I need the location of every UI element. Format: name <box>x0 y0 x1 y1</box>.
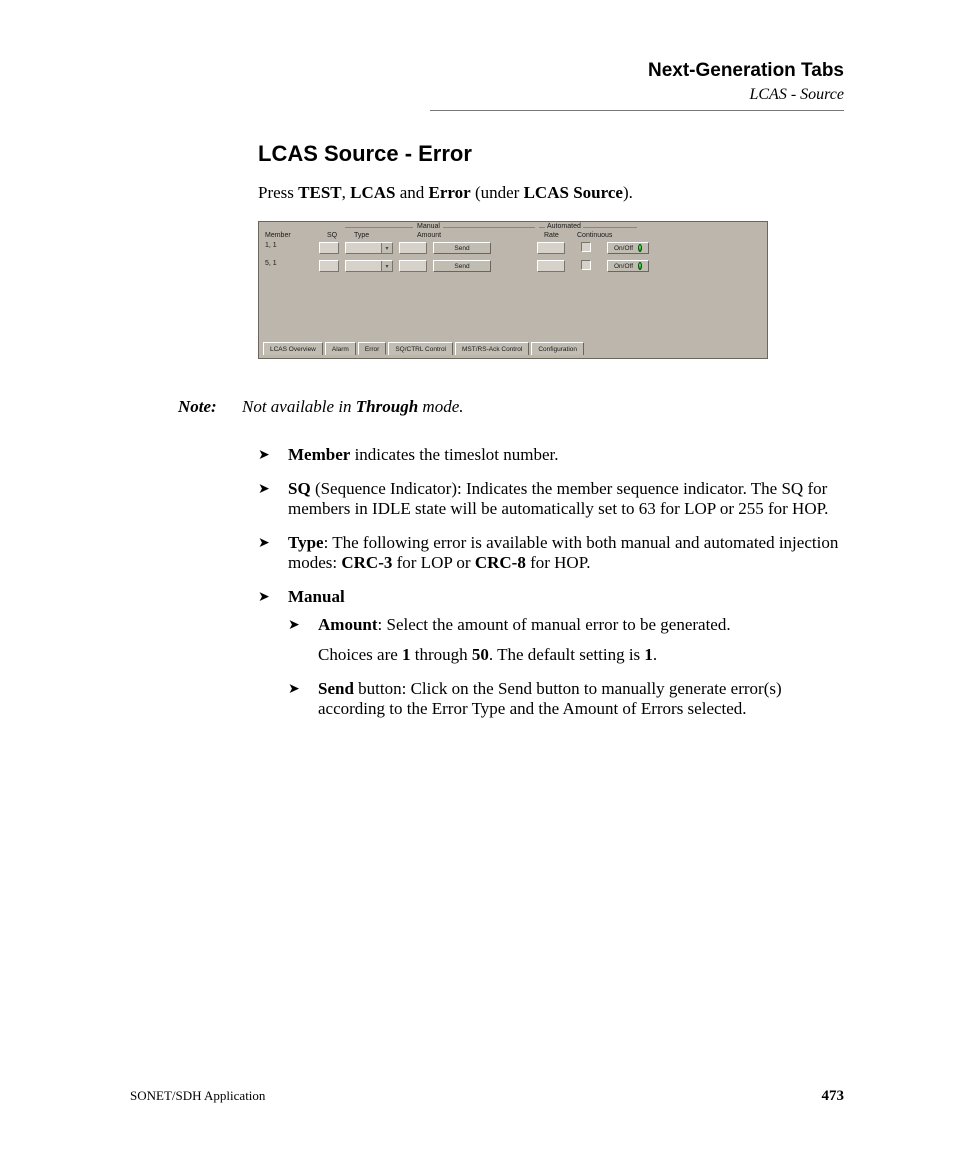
bullet-send-b: Send <box>318 679 354 698</box>
sub-bullet-list: Amount: Select the amount of manual erro… <box>288 615 844 719</box>
section-subtitle: LCAS - Source <box>430 86 844 104</box>
amount-one: 1 <box>402 645 411 664</box>
lead-text: and <box>396 183 429 202</box>
lead-text: ). <box>623 183 633 202</box>
tab-mst-rs-ack[interactable]: MST/RS-Ack Control <box>455 342 529 355</box>
lead-paragraph: Press TEST, LCAS and Error (under LCAS S… <box>258 183 844 203</box>
led-icon <box>638 262 642 270</box>
bullet-amount-b: Amount <box>318 615 378 634</box>
chapter-title: Next-Generation Tabs <box>430 60 844 82</box>
section-heading: LCAS Source - Error <box>258 141 844 167</box>
note-text-pre: Not available in <box>242 397 356 416</box>
bullet-member-text: indicates the timeslot number. <box>350 445 558 464</box>
bullet-manual-b: Manual <box>288 587 345 606</box>
table-row: 1, 1 ▾ Send On/Off <box>259 242 767 258</box>
member-value: 1, 1 <box>265 242 277 249</box>
screenshot-tabbar: LCAS Overview Alarm Error SQ/CTRL Contro… <box>263 342 763 355</box>
amount-default: 1 <box>644 645 653 664</box>
lead-text: Press <box>258 183 298 202</box>
amount-input[interactable] <box>399 260 427 272</box>
screenshot-header-row: Member SQ Type Amount Rate Continuous <box>259 222 767 240</box>
rate-input[interactable] <box>537 242 565 254</box>
bullet-sq-text: (Sequence Indicator): Indicates the memb… <box>288 479 828 518</box>
lead-text: (under <box>471 183 524 202</box>
chevron-down-icon: ▾ <box>381 261 392 271</box>
tab-error[interactable]: Error <box>358 342 386 355</box>
tab-sq-ctrl[interactable]: SQ/CTRL Control <box>388 342 453 355</box>
lead-text: , <box>342 183 351 202</box>
amount-choices-mid2: . The default setting is <box>489 645 645 664</box>
bullet-amount-text: : Select the amount of manual error to b… <box>378 615 731 634</box>
onoff-button[interactable]: On/Off <box>607 260 649 272</box>
sq-input[interactable] <box>319 242 339 254</box>
col-sq: SQ <box>327 232 337 239</box>
sq-input[interactable] <box>319 260 339 272</box>
col-type: Type <box>354 232 369 239</box>
onoff-button[interactable]: On/Off <box>607 242 649 254</box>
lead-test: TEST <box>298 183 341 202</box>
bullet-list: Member indicates the timeslot number. SQ… <box>258 445 844 719</box>
bullet-amount-p2: Choices are 1 through 50. The default se… <box>318 645 844 665</box>
bullet-crc3: CRC-3 <box>341 553 392 572</box>
bullet-send-text: button: Click on the Send button to manu… <box>318 679 782 718</box>
note-block: Note: Not available in Through mode. <box>178 397 844 417</box>
list-item: Member indicates the timeslot number. <box>258 445 844 465</box>
col-rate: Rate <box>544 232 559 239</box>
bullet-crc8: CRC-8 <box>475 553 526 572</box>
col-continuous: Continuous <box>577 232 612 239</box>
send-button[interactable]: Send <box>433 242 491 254</box>
type-select[interactable]: ▾ <box>345 260 393 272</box>
footer-page-number: 473 <box>822 1088 845 1105</box>
amount-fifty: 50 <box>472 645 489 664</box>
rate-input[interactable] <box>537 260 565 272</box>
onoff-label: On/Off <box>614 245 633 252</box>
member-value: 5, 1 <box>265 260 277 267</box>
bullet-member-b: Member <box>288 445 350 464</box>
tab-configuration[interactable]: Configuration <box>531 342 584 355</box>
list-item: SQ (Sequence Indicator): Indicates the m… <box>258 479 844 519</box>
continuous-checkbox[interactable] <box>581 260 591 270</box>
chevron-down-icon: ▾ <box>381 243 392 253</box>
bullet-sq-b: SQ <box>288 479 311 498</box>
lead-lcas-source: LCAS Source <box>524 183 623 202</box>
note-text-post: mode. <box>418 397 463 416</box>
table-row: 5, 1 ▾ Send On/Off <box>259 260 767 276</box>
header-rule <box>430 110 844 111</box>
amount-input[interactable] <box>399 242 427 254</box>
col-amount: Amount <box>417 232 441 239</box>
send-button[interactable]: Send <box>433 260 491 272</box>
col-member: Member <box>265 232 291 239</box>
bullet-type-text: for LOP or <box>392 553 474 572</box>
list-item: Manual Amount: Select the amount of manu… <box>258 587 844 719</box>
tab-alarm[interactable]: Alarm <box>325 342 356 355</box>
tab-lcas-overview[interactable]: LCAS Overview <box>263 342 323 355</box>
continuous-checkbox[interactable] <box>581 242 591 252</box>
list-item: Send button: Click on the Send button to… <box>288 679 844 719</box>
page-footer: SONET/SDH Application 473 <box>130 1088 844 1105</box>
list-item: Amount: Select the amount of manual erro… <box>288 615 844 665</box>
lead-error: Error <box>429 183 471 202</box>
note-text: Not available in Through mode. <box>242 397 464 417</box>
led-icon <box>638 244 642 252</box>
amount-choices-mid: through <box>411 645 472 664</box>
onoff-label: On/Off <box>614 263 633 270</box>
lead-lcas: LCAS <box>350 183 395 202</box>
bullet-type-b: Type <box>288 533 324 552</box>
embedded-screenshot: Manual Automated Member SQ Type Amount R… <box>258 221 768 359</box>
amount-choices-post: . <box>653 645 657 664</box>
list-item: Type: The following error is available w… <box>258 533 844 573</box>
amount-choices-pre: Choices are <box>318 645 402 664</box>
bullet-type-text: for HOP. <box>526 553 591 572</box>
note-through: Through <box>356 397 418 416</box>
footer-app: SONET/SDH Application <box>130 1088 265 1105</box>
type-select[interactable]: ▾ <box>345 242 393 254</box>
note-label: Note: <box>178 397 242 417</box>
